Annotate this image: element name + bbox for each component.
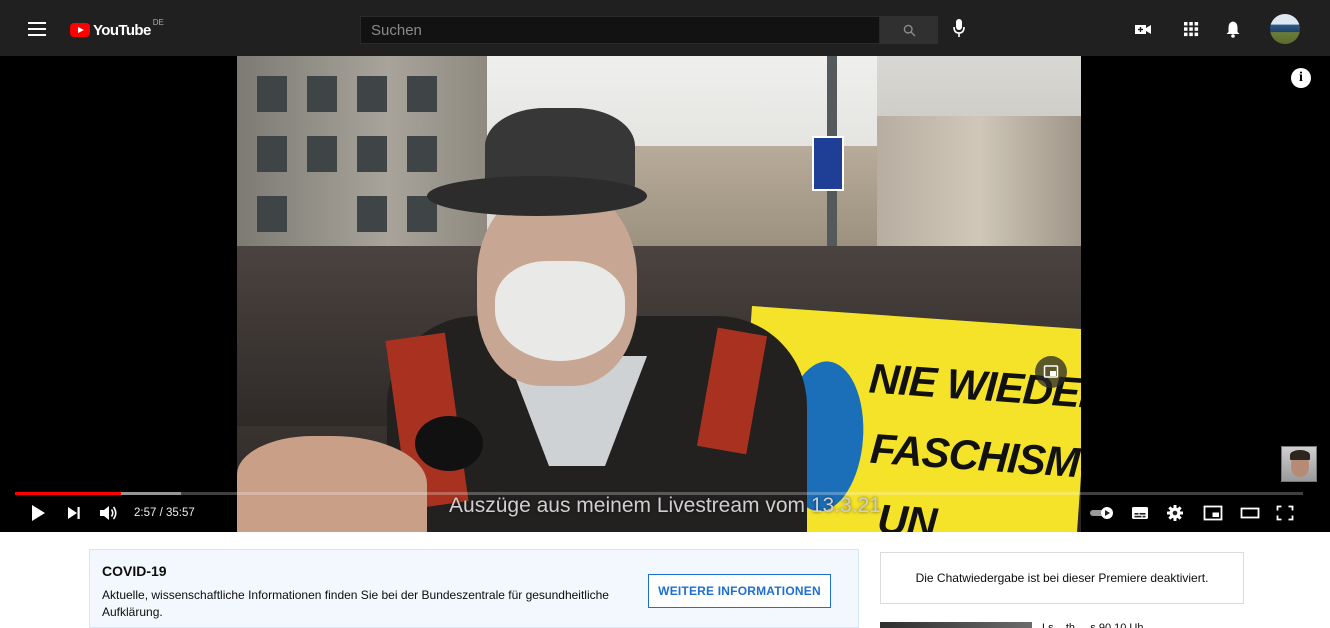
masthead: YouTube DE [0, 0, 1330, 56]
covid-title: COVID-19 [102, 563, 167, 579]
subtitles-button[interactable] [1130, 501, 1150, 525]
volume-button[interactable] [98, 501, 120, 525]
search-bar [360, 16, 938, 44]
notifications-bell-icon [1226, 21, 1240, 38]
settings-gear-icon [1167, 505, 1183, 521]
logo-wordmark: YouTube [93, 21, 151, 39]
apps-button[interactable] [1181, 19, 1201, 39]
video-player[interactable]: NIE WIEDER FASCHISMU UN i Auszüge aus me… [0, 56, 1330, 532]
subtitles-icon [1132, 507, 1148, 519]
video-scene-face-mask [495, 261, 625, 361]
fullscreen-icon [1276, 505, 1294, 521]
video-scene-taxi-sign [812, 136, 844, 191]
video-scene-microphone [415, 416, 483, 471]
theater-mode-icon [1240, 507, 1260, 519]
next-button[interactable] [64, 501, 84, 525]
more-information-button[interactable]: WEITERE INFORMATIONEN [648, 574, 831, 608]
channel-watermark[interactable] [1281, 446, 1317, 482]
youtube-play-logo-icon [70, 23, 90, 37]
cast-button[interactable] [1035, 356, 1067, 388]
microphone-icon [953, 19, 965, 37]
notifications-button[interactable] [1223, 19, 1243, 39]
autoplay-toggle[interactable] [1088, 501, 1116, 525]
fullscreen-button[interactable] [1274, 501, 1296, 525]
miniplayer-icon [1203, 505, 1223, 521]
video-scene-hat-brim [427, 176, 647, 216]
country-code: DE [152, 18, 164, 27]
chat-replay-notice: Die Chatwiedergabe ist bei dieser Premie… [880, 552, 1244, 604]
search-icon [903, 24, 915, 36]
covid-info-panel: COVID-19 Aktuelle, wissenschaftliche Inf… [89, 549, 859, 628]
theater-mode-button[interactable] [1239, 501, 1261, 525]
search-button[interactable] [880, 16, 938, 44]
banner-text-line-2: FASCHISMU [868, 424, 1081, 489]
related-video-thumbnail[interactable] [880, 622, 1032, 628]
apps-grid-icon [1184, 22, 1199, 37]
search-input[interactable] [360, 16, 880, 44]
youtube-logo[interactable]: YouTube DE [70, 18, 164, 40]
create-video-icon [1135, 25, 1151, 34]
video-frame[interactable]: NIE WIEDER FASCHISMU UN [237, 56, 1081, 532]
progress-bar[interactable] [15, 492, 1303, 495]
miniplayer-button[interactable] [1202, 501, 1224, 525]
account-avatar[interactable] [1270, 14, 1300, 44]
time-display: 2:57 / 35:57 [134, 507, 195, 519]
related-video-title[interactable]: Ls....th.....s 90 10 Uh... [1042, 620, 1153, 628]
next-icon [68, 507, 80, 519]
settings-button[interactable] [1165, 501, 1185, 525]
play-icon [32, 505, 45, 521]
cast-icon [1043, 365, 1059, 378]
menu-icon[interactable] [28, 22, 46, 36]
info-icon[interactable]: i [1291, 68, 1311, 88]
autoplay-toggle-icon [1090, 507, 1113, 519]
played-bar [15, 492, 121, 495]
voice-search-button[interactable] [952, 18, 966, 42]
play-button[interactable] [28, 501, 48, 525]
covid-body: Aktuelle, wissenschaftliche Informatione… [102, 588, 609, 619]
create-video-button[interactable] [1133, 19, 1153, 39]
volume-icon [100, 506, 117, 520]
